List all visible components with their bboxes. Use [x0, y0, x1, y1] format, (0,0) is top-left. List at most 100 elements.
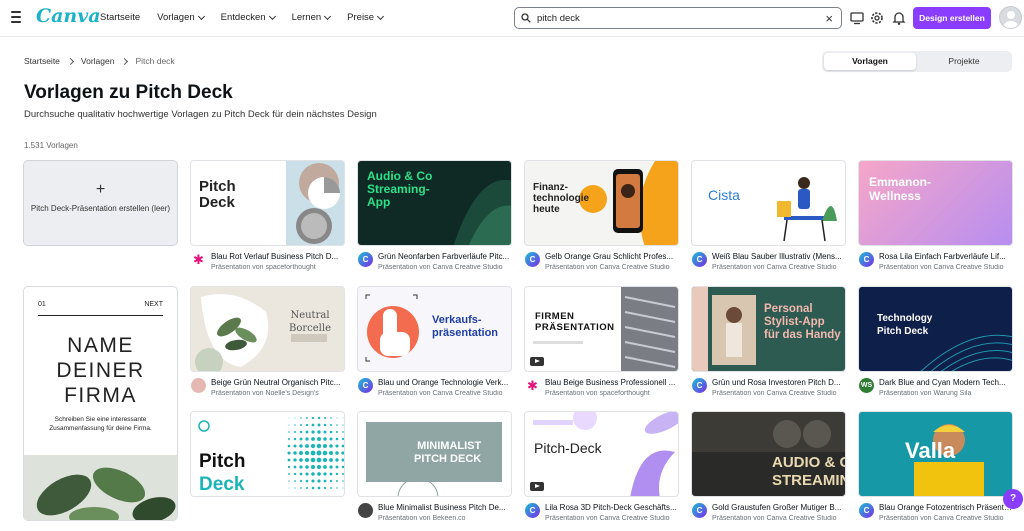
thumb-title: MINIMALIST PITCH DECK [414, 440, 482, 465]
template-title[interactable]: Blau Orange Fotozentrisch Präsenta... [879, 503, 1013, 512]
breadcrumb-startseite[interactable]: Startseite [24, 56, 60, 66]
bell-icon[interactable] [891, 10, 907, 26]
breadcrumb-current: Pitch deck [135, 56, 175, 66]
nav-preise[interactable]: Preise [347, 12, 385, 23]
template-title[interactable]: Grün und Rosa Investoren Pitch D... [712, 378, 846, 387]
canva-creator-icon: C [692, 503, 707, 518]
design-erstellen-button[interactable]: Design erstellen [913, 7, 991, 29]
template-title[interactable]: Grün Neonfarben Farbverläufe Pitc... [378, 252, 512, 261]
template-title[interactable]: Blau Rot Verlauf Business Pitch D... [211, 252, 345, 261]
canva-logo[interactable]: Canva [36, 5, 101, 27]
page-subtitle: Durchsuche qualitativ hochwertige Vorlag… [24, 109, 377, 120]
template-thumbnail[interactable]: MINIMALIST PITCH DECK [357, 411, 512, 497]
thumb-title: FIRMEN PRÄSENTATION [535, 311, 615, 333]
thumb-title: Audio & Co Streaming- App [367, 169, 433, 209]
page-title: Vorlagen zu Pitch Deck [24, 82, 233, 103]
template-meta: Blue Minimalist Business Pitch De... Präs… [357, 501, 512, 531]
template-meta: C Blau und Orange Technologie Verk... Präs… [357, 376, 512, 406]
template-title[interactable]: Gold Graustufen Großer Mutiger B... [712, 503, 846, 512]
template-author: Präsentation von Canva Creative Studio [879, 264, 1004, 271]
chevron-down-icon [324, 12, 332, 20]
template-title[interactable]: Weiß Blau Sauber Illustrativ (Mens... [712, 252, 846, 261]
template-thumbnail[interactable]: Pitch-Deck [524, 411, 679, 497]
thumb-title: Neutral Borcelle [289, 310, 331, 334]
template-meta: ✱ Blau Rot Verlauf Business Pitch D... Prä… [190, 250, 345, 280]
slide-number: 01 [38, 301, 46, 308]
search-input[interactable]: pitch deck × [514, 7, 842, 29]
main-nav: Startseite Vorlagen Entdecken Lernen Pre… [100, 12, 400, 23]
thumb-title: AUDIO & COSTREAMING-APP [772, 454, 845, 489]
template-thumbnail[interactable]: Cista [691, 160, 846, 246]
template-thumbnail[interactable]: FIRMEN PRÄSENTATION [524, 286, 679, 372]
template-title[interactable]: Beige Grün Neutral Organisch Pitc... [211, 378, 345, 387]
canva-creator-icon: C [358, 378, 373, 393]
nav-startseite[interactable]: Startseite [100, 12, 140, 23]
template-thumbnail[interactable]: Pitch Deck [190, 160, 345, 246]
template-title[interactable]: Lila Rosa 3D Pitch-Deck Geschäfts... [545, 503, 679, 512]
canva-creator-icon: C [859, 252, 874, 267]
thumb-title: Verkaufs-präsentation [432, 314, 499, 339]
creator-star-icon: ✱ [193, 252, 204, 267]
top-bar: Canva Startseite Vorlagen Entdecken Lern… [0, 0, 1024, 37]
tall-card-text: Schreiben Sie eine interessante Zusammen… [49, 416, 152, 432]
nav-entdecken[interactable]: Entdecken [221, 12, 276, 23]
template-meta: WS Dark Blue and Cyan Modern Tech... Präse… [858, 376, 1013, 406]
template-meta: ✱ Blau Beige Business Professionell ... Pr… [524, 376, 679, 406]
template-thumbnail[interactable]: AUDIO & COSTREAMING-APP [691, 411, 846, 497]
creator-avatar-icon [358, 503, 373, 518]
template-thumbnail[interactable]: Neutral Borcelle [190, 286, 345, 372]
template-author: Präsentation von Canva Creative Studio [545, 264, 670, 271]
clear-icon[interactable]: × [825, 11, 833, 26]
template-title[interactable]: Gelb Orange Grau Schlicht Profes... [545, 252, 679, 261]
template-thumbnail[interactable]: Technology Pitch Deck [858, 286, 1013, 372]
template-title[interactable]: Rosa Lila Einfach Farbverläufe Lif... [879, 252, 1013, 261]
canva-creator-icon: C [859, 503, 874, 518]
chevron-down-icon [268, 12, 276, 20]
chevron-right-icon [66, 57, 74, 65]
thumb-title: Pitch-Deck [534, 440, 602, 456]
template-thumbnail[interactable]: Valla [858, 411, 1013, 497]
tab-vorlagen[interactable]: Vorlagen [824, 53, 916, 70]
view-toggle: Vorlagen Projekte [822, 51, 1012, 72]
template-thumbnail[interactable]: Audio & Co Streaming- App [357, 160, 512, 246]
thumb-title: Finanz-technologie heute [533, 182, 590, 215]
template-thumbnail[interactable]: Verkaufs-präsentation [357, 286, 512, 372]
slide-next-label: NEXT [144, 301, 163, 308]
template-author: Präsentation von Canva Creative Studio [378, 390, 503, 397]
tab-projekte[interactable]: Projekte [918, 53, 1010, 70]
template-meta: C Lila Rosa 3D Pitch-Deck Geschäfts... Prä… [524, 501, 679, 531]
create-blank-card[interactable]: + Pitch Deck-Präsentation erstellen (lee… [23, 160, 178, 246]
canva-creator-icon: C [525, 252, 540, 267]
divider [38, 315, 163, 316]
avatar[interactable] [999, 6, 1022, 29]
template-card-tall[interactable]: 01 NEXT NAME DEINER FIRMA Schreiben Sie … [23, 286, 178, 521]
play-icon [530, 357, 544, 366]
template-title[interactable]: Blau Beige Business Professionell ... [545, 378, 679, 387]
plant-photo [24, 455, 177, 520]
breadcrumb: Startseite Vorlagen Pitch deck [24, 56, 175, 66]
menu-icon[interactable] [11, 11, 21, 23]
play-icon [530, 482, 544, 491]
tall-card-title: NAME DEINER FIRMA [56, 334, 145, 407]
template-author: Präsentation von Noelle's Design's [211, 390, 319, 397]
template-title[interactable]: Blue Minimalist Business Pitch De... [378, 503, 512, 512]
template-thumbnail[interactable]: Pitch Deck [190, 411, 345, 497]
template-title[interactable]: Dark Blue and Cyan Modern Tech... [879, 378, 1013, 387]
monitor-icon[interactable] [849, 10, 865, 26]
canva-creator-icon: C [692, 252, 707, 267]
breadcrumb-vorlagen[interactable]: Vorlagen [81, 56, 115, 66]
thumb-title: Personal Stylist-App für das Handy [764, 303, 841, 341]
gear-icon[interactable] [869, 10, 885, 26]
nav-lernen[interactable]: Lernen [292, 12, 332, 23]
canva-creator-icon: C [358, 252, 373, 267]
template-title[interactable]: Blau und Orange Technologie Verk... [378, 378, 512, 387]
template-thumbnail[interactable]: Emmanon- Wellness [858, 160, 1013, 246]
help-button[interactable]: ? [1003, 489, 1023, 509]
template-thumbnail[interactable]: Finanz-technologie heute [524, 160, 679, 246]
chevron-right-icon [121, 57, 129, 65]
template-thumbnail[interactable]: Personal Stylist-App für das Handy [691, 286, 846, 372]
create-blank-label: Pitch Deck-Präsentation erstellen (leer) [30, 204, 171, 213]
template-meta: C Grün Neonfarben Farbverläufe Pitc... Prä… [357, 250, 512, 280]
template-author: Präsentation von spaceforthought [211, 264, 316, 271]
nav-vorlagen[interactable]: Vorlagen [157, 12, 205, 23]
